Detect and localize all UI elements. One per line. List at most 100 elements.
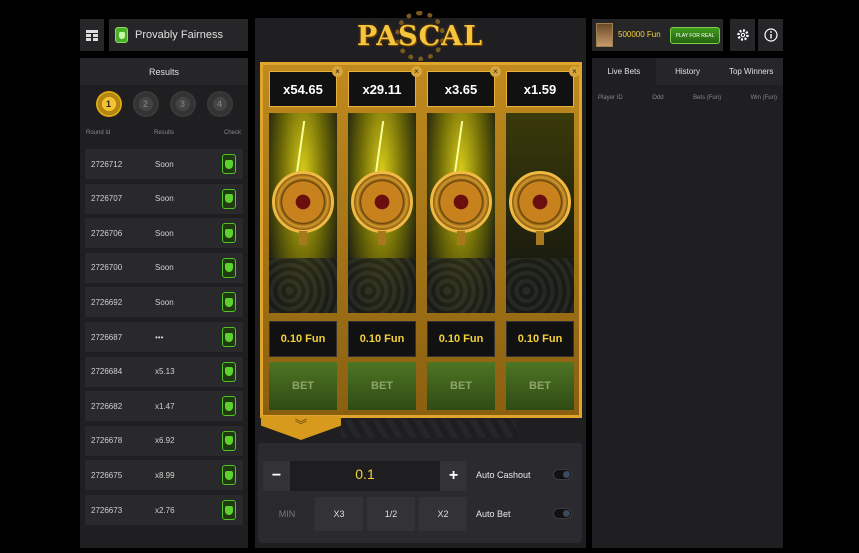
round-id: 2726684 [91, 367, 123, 377]
info-icon [763, 28, 778, 42]
table-row: 2726687 ••• [85, 322, 243, 352]
close-icon[interactable]: × [490, 66, 501, 77]
check-button[interactable] [222, 154, 236, 174]
results-tab-2[interactable]: 2 [134, 93, 157, 115]
round-id: 2726692 [91, 297, 123, 307]
check-button[interactable] [222, 500, 236, 520]
multiplier-display: x1.59 [506, 71, 574, 107]
tab-top-winners[interactable]: Top Winners [719, 58, 784, 85]
check-button[interactable] [222, 257, 236, 278]
round-result: Soon [155, 297, 174, 307]
gear-wheel-icon [430, 171, 492, 233]
auto-cashout-toggle[interactable] [553, 469, 572, 480]
round-result: ••• [155, 332, 164, 342]
reel-scene [348, 113, 416, 313]
results-tab-1[interactable]: 1 [97, 93, 120, 115]
gear-wheel-icon [351, 171, 413, 233]
info-button[interactable] [758, 19, 783, 51]
table-row: 2726682 x1.47 [85, 391, 243, 422]
close-icon[interactable]: × [569, 66, 580, 77]
check-button[interactable] [222, 327, 236, 347]
round-id: 2726700 [91, 263, 123, 273]
col-bets: Bets (Fun) [693, 95, 722, 101]
avatar[interactable] [596, 23, 613, 47]
round-id: 2726678 [91, 436, 123, 446]
check-button[interactable] [222, 465, 236, 486]
amount-stepper: − 0.1 + [263, 461, 467, 491]
round-result: Soon [155, 159, 174, 169]
check-button[interactable] [222, 188, 236, 209]
decrease-button[interactable]: − [263, 461, 290, 491]
col-results: Results [154, 130, 175, 136]
check-button[interactable] [222, 396, 236, 417]
table-row: 2726684 x5.13 [85, 356, 243, 387]
col-check: Check [223, 130, 241, 136]
tab-history[interactable]: History [655, 58, 720, 85]
bets-tabs: Live Bets History Top Winners [592, 58, 784, 85]
check-button[interactable] [222, 292, 236, 313]
bet-button[interactable]: BET [427, 362, 495, 410]
results-tab-4[interactable]: 4 [208, 93, 231, 115]
stake-display: 0.10 Fun [269, 321, 337, 357]
round-id: 2726712 [91, 159, 123, 169]
table-row: 2726675 x8.99 [85, 460, 243, 491]
bet-button[interactable]: BET [269, 362, 337, 410]
results-tab-3[interactable]: 3 [171, 93, 194, 115]
quick-x3-button[interactable]: X3 [315, 497, 363, 531]
check-button[interactable] [222, 361, 236, 382]
multiplier-display: x3.65 [427, 71, 495, 107]
round-result: Soon [155, 194, 174, 204]
round-result: x1.47 [155, 401, 175, 411]
round-result: x8.99 [155, 470, 175, 480]
wheel-stem [299, 231, 307, 245]
pascal-logo: PASCAL [355, 10, 485, 62]
close-icon[interactable]: × [332, 66, 343, 77]
table-row: 2726712 Soon [85, 149, 243, 179]
bet-button[interactable]: BET [506, 362, 574, 410]
logo-text: PASCAL [356, 20, 484, 52]
stake-display: 0.10 Fun [348, 321, 416, 357]
col-odd: Odd [652, 95, 664, 101]
balance: 500000 Fun [618, 30, 661, 39]
shield-icon [225, 470, 233, 480]
close-icon[interactable]: × [411, 66, 422, 77]
round-result: x5.13 [155, 367, 175, 377]
col-round-id: Round Id [86, 130, 111, 136]
shield-icon [225, 228, 233, 238]
auto-bet-toggle[interactable] [553, 508, 572, 519]
round-id: 2726687 [91, 332, 123, 342]
menu-button[interactable] [80, 19, 104, 51]
bets-column-headers: Player ID Odd Bets (Fun) Win (Fun) [592, 85, 783, 101]
bet-amount-input[interactable]: 0.1 [323, 466, 407, 482]
reel-scene [269, 113, 337, 313]
increase-button[interactable]: + [440, 461, 467, 491]
shield-icon [225, 332, 233, 342]
quick-half-button[interactable]: 1/2 [367, 497, 415, 531]
quick-min-button[interactable]: MIN [263, 497, 311, 531]
gear-wheel-icon [509, 171, 571, 233]
check-button[interactable] [222, 223, 236, 244]
gears-background [427, 258, 495, 313]
shield-icon [225, 436, 233, 446]
provably-fairness-button[interactable]: Provably Fairness [109, 19, 248, 51]
round-id: 2726707 [91, 194, 123, 204]
gears-background [348, 258, 416, 313]
shield-icon [225, 367, 233, 377]
reel-scene [506, 113, 574, 313]
round-id: 2726675 [91, 470, 123, 480]
wheel-stem [536, 231, 544, 245]
gear-wheel-icon [272, 171, 334, 233]
settings-button[interactable] [730, 19, 755, 51]
bets-panel: Live Bets History Top Winners Player ID … [592, 58, 784, 548]
bet-button[interactable]: BET [348, 362, 416, 410]
play-for-real-button[interactable]: PLAY FOR REAL [670, 27, 720, 44]
shield-icon [225, 505, 233, 515]
round-id: 2726706 [91, 228, 123, 238]
round-result: Soon [155, 228, 174, 238]
auto-bet-label: Auto Bet [476, 509, 511, 519]
quick-x2-button[interactable]: X2 [419, 497, 467, 531]
tab-live-bets[interactable]: Live Bets [592, 58, 656, 85]
reel: x1.59 × 0.10 Fun BET [503, 66, 580, 413]
check-button[interactable] [222, 430, 236, 451]
col-player-id: Player ID [598, 95, 623, 101]
